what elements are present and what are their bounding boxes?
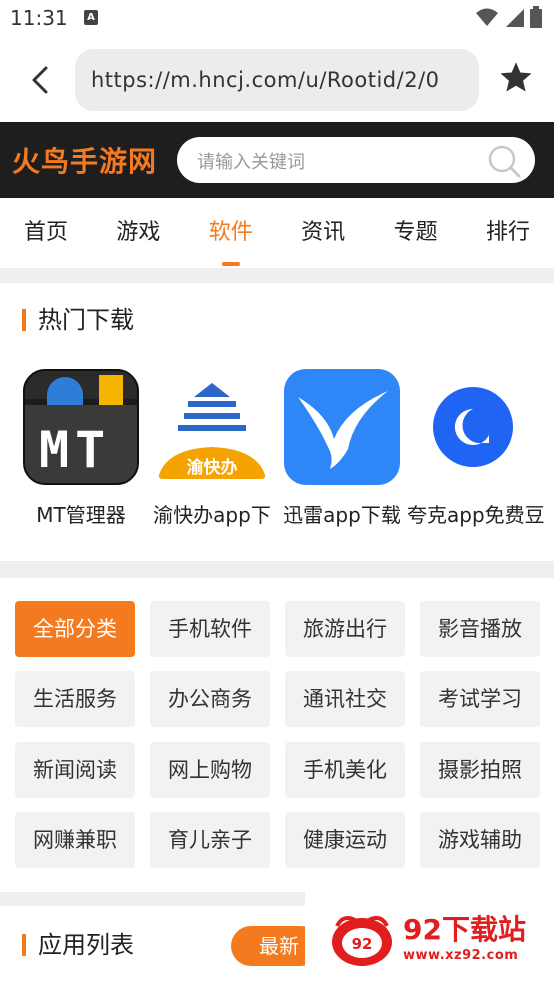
nav-topics[interactable]: 专题 — [392, 198, 440, 268]
app-item-mt[interactable]: MT MT管理器 — [15, 369, 147, 528]
nav-software[interactable]: 软件 — [207, 198, 255, 268]
app-item-quark[interactable]: 夸克app免费豆 — [407, 369, 545, 528]
watermark-title: 92下载站 — [403, 913, 526, 946]
app-name: 夸克app免费豆 — [407, 503, 545, 527]
main-nav: 首页 游戏 软件 资讯 专题 排行 — [0, 198, 554, 268]
category-item[interactable]: 通讯社交 — [285, 671, 405, 727]
nav-home[interactable]: 首页 — [22, 198, 70, 268]
category-item[interactable]: 办公商务 — [150, 671, 270, 727]
yukuaiban-icon: 渝快办 — [154, 369, 270, 485]
divider — [0, 561, 554, 578]
watermark-overlay: 92 92下载站 www.xz92.com — [305, 888, 554, 984]
watermark-url: www.xz92.com — [403, 948, 519, 963]
app-item-xunlei[interactable]: 迅雷app下载 — [276, 369, 408, 528]
bookmark-button[interactable] — [496, 58, 536, 98]
hot-downloads-section: 热门下载 MT MT管理器 渝快办 渝快办app下 迅雷app下载 夸克app免… — [0, 283, 554, 561]
battery-icon — [530, 6, 542, 28]
svg-text:渝快办: 渝快办 — [187, 457, 238, 478]
category-item[interactable]: 旅游出行 — [285, 601, 405, 657]
category-item[interactable]: 网上购物 — [150, 742, 270, 798]
category-item[interactable]: 健康运动 — [285, 812, 405, 868]
category-item[interactable]: 新闻阅读 — [15, 742, 135, 798]
divider — [0, 268, 554, 283]
status-bar: 11:31 A — [0, 0, 554, 38]
category-item[interactable]: 手机软件 — [150, 601, 270, 657]
search-input[interactable]: 请输入关键词 — [177, 137, 535, 183]
status-time: 11:31 — [10, 6, 68, 30]
category-item[interactable]: 影音播放 — [420, 601, 540, 657]
signal-icon — [506, 9, 524, 27]
back-arrow-icon — [32, 66, 48, 94]
nav-ranking[interactable]: 排行 — [484, 198, 532, 268]
star-icon — [500, 62, 532, 92]
category-grid: 全部分类 手机软件 旅游出行 影音播放 生活服务 办公商务 通讯社交 考试学习 … — [0, 578, 554, 892]
status-indicators — [476, 6, 542, 28]
category-item[interactable]: 生活服务 — [15, 671, 135, 727]
category-item[interactable]: 考试学习 — [420, 671, 540, 727]
xunlei-icon — [284, 369, 400, 485]
notification-icon: A — [84, 10, 98, 25]
category-item[interactable]: 育儿亲子 — [150, 812, 270, 868]
back-button[interactable] — [22, 60, 58, 100]
category-item[interactable]: 摄影拍照 — [420, 742, 540, 798]
url-bar[interactable]: https://m.hncj.com/u/Rootid/2/0 — [75, 49, 479, 111]
app-name: 渝快办app下 — [153, 503, 271, 527]
watermark-logo: 92 — [332, 916, 392, 966]
browser-toolbar: https://m.hncj.com/u/Rootid/2/0 — [0, 38, 554, 122]
search-placeholder: 请输入关键词 — [197, 152, 305, 173]
site-logo[interactable]: 火鸟手游网 — [12, 140, 157, 180]
category-item[interactable]: 游戏辅助 — [420, 812, 540, 868]
hot-downloads-title: 热门下载 — [22, 305, 134, 335]
wifi-icon — [476, 8, 498, 26]
app-name: 迅雷app下载 — [283, 503, 401, 527]
quark-icon — [415, 369, 531, 485]
nav-news[interactable]: 资讯 — [299, 198, 347, 268]
svg-text:92: 92 — [352, 935, 373, 953]
search-icon[interactable] — [487, 144, 521, 178]
category-item[interactable]: 网赚兼职 — [15, 812, 135, 868]
url-text: https://m.hncj.com/u/Rootid/2/0 — [91, 68, 440, 92]
mt-manager-icon: MT — [23, 369, 139, 485]
app-name: MT管理器 — [36, 503, 126, 527]
site-header: 火鸟手游网 请输入关键词 — [0, 122, 554, 198]
nav-games[interactable]: 游戏 — [114, 198, 162, 268]
category-item[interactable]: 手机美化 — [285, 742, 405, 798]
app-list-title: 应用列表 — [22, 930, 134, 960]
app-item-yukuaiban[interactable]: 渝快办 渝快办app下 — [146, 369, 278, 528]
category-all[interactable]: 全部分类 — [15, 601, 135, 657]
hot-apps-list: MT MT管理器 渝快办 渝快办app下 迅雷app下载 夸克app免费豆 — [0, 369, 554, 529]
